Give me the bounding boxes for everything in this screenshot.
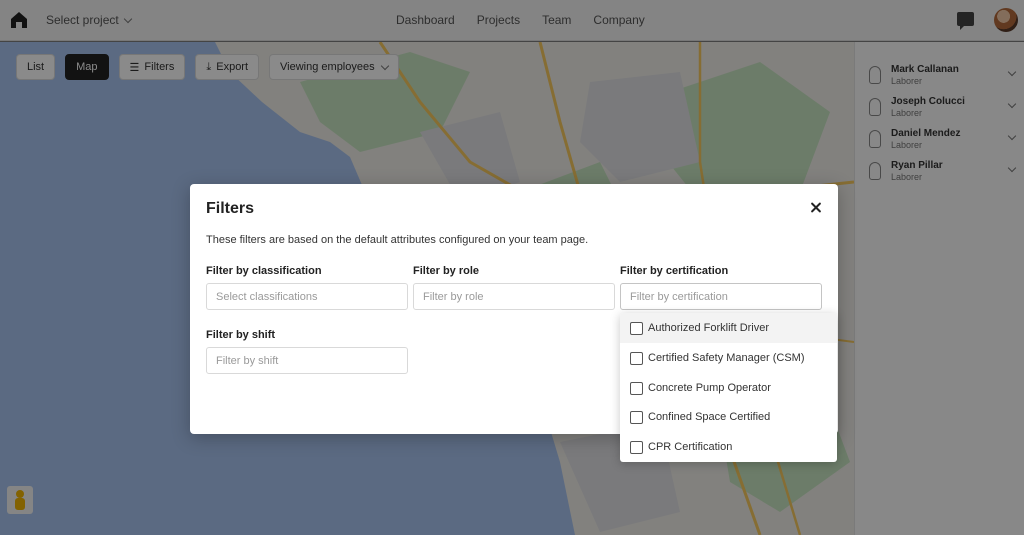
- certification-option-label: Confined Space Certified: [648, 411, 771, 423]
- shift-input[interactable]: [206, 347, 408, 374]
- shift-label: Filter by shift: [206, 329, 276, 341]
- checkbox[interactable]: [630, 321, 643, 335]
- certification-input[interactable]: [620, 283, 822, 310]
- modal-description: These filters are based on the default a…: [206, 234, 589, 246]
- certification-label: Filter by certification: [620, 265, 729, 277]
- certification-option[interactable]: Authorized Forklift Driver: [620, 313, 837, 343]
- close-icon[interactable]: [806, 198, 826, 218]
- checkbox[interactable]: [630, 381, 643, 395]
- certification-option-label: Certified Safety Manager (CSM): [648, 352, 805, 364]
- checkbox[interactable]: [630, 440, 643, 454]
- role-label: Filter by role: [413, 265, 480, 277]
- certification-option-label: CPR Certification: [648, 441, 733, 453]
- checkbox[interactable]: [630, 351, 643, 365]
- certification-option[interactable]: CPR Certification: [620, 432, 837, 462]
- certification-option-label: Authorized Forklift Driver: [648, 322, 770, 334]
- certification-option[interactable]: Concrete Pump Operator: [620, 373, 837, 403]
- classification-label: Filter by classification: [206, 265, 322, 277]
- classification-select[interactable]: [206, 283, 408, 310]
- checkbox[interactable]: [630, 410, 643, 424]
- certification-option[interactable]: Certified Safety Manager (CSM): [620, 343, 837, 373]
- role-input[interactable]: [413, 283, 615, 310]
- modal-title: Filters: [206, 200, 255, 217]
- certification-option[interactable]: Confined Space Certified: [620, 402, 837, 432]
- certification-dropdown: Authorized Forklift Driver Certified Saf…: [620, 313, 837, 462]
- certification-option-label: Concrete Pump Operator: [648, 382, 771, 394]
